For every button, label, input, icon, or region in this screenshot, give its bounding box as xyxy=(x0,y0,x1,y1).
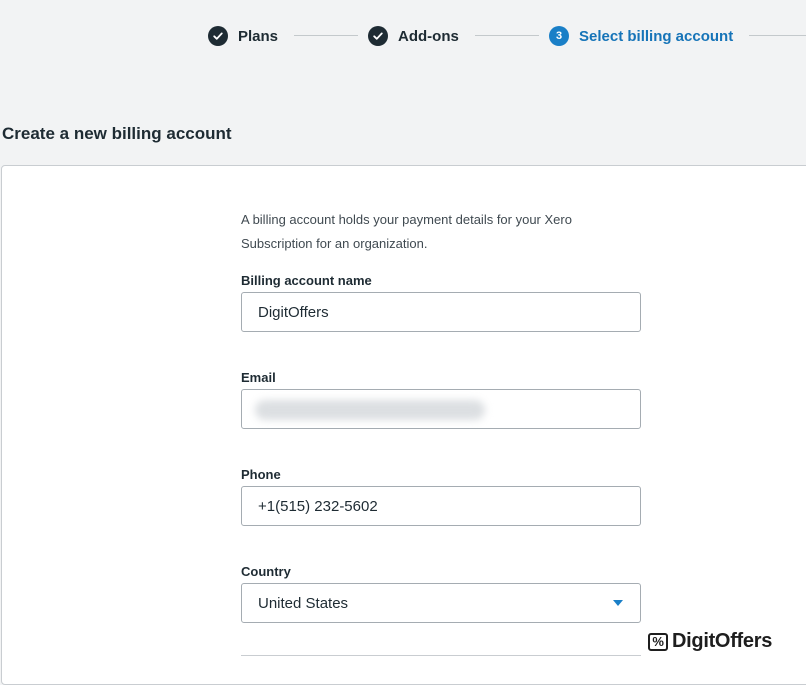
billing-account-form-card: A billing account holds your payment det… xyxy=(1,165,806,685)
checkmark-icon xyxy=(368,26,388,46)
step-label: Plans xyxy=(238,27,279,45)
step-connector xyxy=(475,35,539,36)
step-number-badge: 3 xyxy=(549,26,569,46)
page-title: Create a new billing account xyxy=(2,124,232,143)
billing-account-name-input[interactable] xyxy=(241,292,641,332)
step-select-billing-account[interactable]: 3 Select billing account xyxy=(549,25,733,47)
phone-input[interactable] xyxy=(241,486,641,526)
step-plans[interactable]: Plans xyxy=(208,25,278,47)
step-label: Add-ons xyxy=(398,27,459,45)
percent-icon: % xyxy=(648,632,668,651)
intro-text: A billing account holds your payment det… xyxy=(241,212,572,251)
progress-stepper: Plans Add-ons 3 Select billing account xyxy=(0,0,806,72)
phone-label: Phone xyxy=(241,467,281,482)
step-connector xyxy=(749,35,806,36)
country-select-value: United States xyxy=(258,594,349,612)
watermark-text: DigitOffers xyxy=(672,630,773,652)
digitoffers-watermark: % DigitOffers xyxy=(648,630,772,653)
country-select[interactable]: United States xyxy=(241,583,641,623)
email-label: Email xyxy=(241,370,276,385)
step-label: Select billing account xyxy=(579,27,734,45)
billing-account-name-label: Billing account name xyxy=(241,273,372,288)
country-label: Country xyxy=(241,564,291,579)
checkmark-icon xyxy=(208,26,228,46)
step-connector xyxy=(294,35,358,36)
divider xyxy=(241,655,641,656)
email-input[interactable] xyxy=(241,389,641,429)
step-add-ons[interactable]: Add-ons xyxy=(368,25,459,47)
caret-down-icon xyxy=(613,600,623,606)
redacted-email-blur xyxy=(255,400,485,420)
